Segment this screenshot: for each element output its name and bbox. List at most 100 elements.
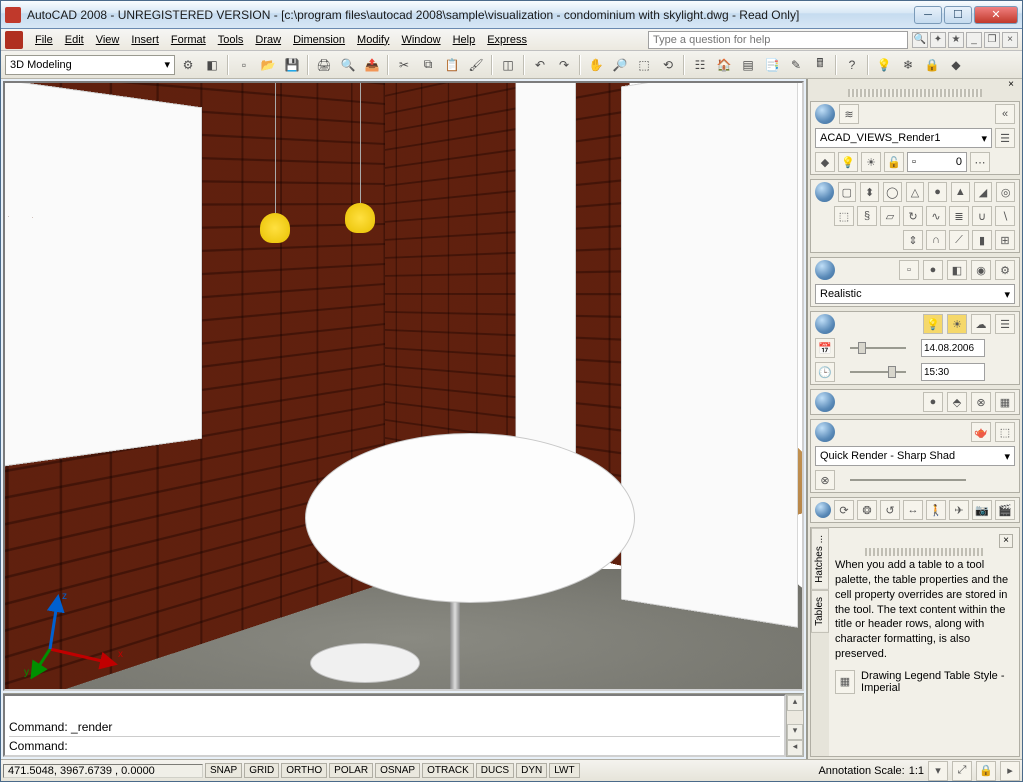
clock-icon[interactable]: 🕒 bbox=[815, 362, 835, 382]
planar-icon[interactable]: ▱ bbox=[880, 206, 900, 226]
menu-file[interactable]: File bbox=[29, 32, 59, 48]
sun-thaw-icon[interactable]: ☀ bbox=[861, 152, 881, 172]
zoom-window-icon[interactable]: ⬚ bbox=[633, 54, 655, 76]
unsaved-layer-icon[interactable]: ◆ bbox=[815, 152, 835, 172]
subtract-icon[interactable]: ∖ bbox=[995, 206, 1015, 226]
3d-viewport[interactable]: x y z bbox=[3, 81, 804, 691]
statusbar-menu-icon[interactable]: ▸ bbox=[1000, 761, 1020, 781]
torus-icon[interactable]: ◎ bbox=[996, 182, 1015, 202]
cylinder-icon[interactable]: ◯ bbox=[883, 182, 902, 202]
mdi-minimize-icon[interactable]: _ bbox=[966, 32, 982, 48]
maximize-button[interactable]: ☐ bbox=[944, 6, 972, 24]
layer-manager-icon[interactable]: ☰ bbox=[995, 128, 1015, 148]
workspace-lock-icon[interactable]: ◧ bbox=[201, 54, 223, 76]
box-icon[interactable]: ▢ bbox=[838, 182, 857, 202]
comm-center-icon[interactable]: ✦ bbox=[930, 32, 946, 48]
close-button[interactable]: ✕ bbox=[974, 6, 1018, 24]
time-field[interactable]: 15:30 bbox=[921, 363, 985, 381]
zoom-realtime-icon[interactable]: 🔎 bbox=[609, 54, 631, 76]
scroll-down-icon[interactable]: ▾ bbox=[787, 724, 803, 740]
copy-icon[interactable]: ⧉ bbox=[417, 54, 439, 76]
layer-color-icon[interactable]: ◆ bbox=[945, 54, 967, 76]
materials-attach-icon[interactable]: ⬘ bbox=[947, 392, 967, 412]
favorites-icon[interactable]: ★ bbox=[948, 32, 964, 48]
lwt-toggle[interactable]: LWT bbox=[549, 763, 579, 778]
scroll-up-icon[interactable]: ▴ bbox=[787, 695, 803, 711]
layer-states-icon[interactable]: ≋ bbox=[839, 104, 859, 124]
annotation-scale-value[interactable]: 1:1 bbox=[909, 765, 924, 777]
loft-icon[interactable]: ≣ bbox=[949, 206, 969, 226]
imprint-icon[interactable]: ⊞ bbox=[995, 230, 1015, 250]
layer-freeze-icon[interactable]: ❄ bbox=[897, 54, 919, 76]
cut-icon[interactable]: ✂ bbox=[393, 54, 415, 76]
properties-icon[interactable]: ☷ bbox=[689, 54, 711, 76]
grid-toggle[interactable]: GRID bbox=[244, 763, 279, 778]
dashboard-close-icon[interactable]: × bbox=[1004, 79, 1018, 93]
anno-lock-icon[interactable]: 🔒 bbox=[976, 761, 996, 781]
help-search-input[interactable] bbox=[648, 31, 908, 49]
menu-view[interactable]: View bbox=[90, 32, 126, 48]
block-editor-icon[interactable]: ◫ bbox=[497, 54, 519, 76]
camera-icon[interactable]: 📷 bbox=[972, 500, 992, 520]
anno-autoscale-icon[interactable]: ⤢ bbox=[952, 761, 972, 781]
pan-icon[interactable]: ✋ bbox=[585, 54, 607, 76]
walk-icon[interactable]: 🚶 bbox=[926, 500, 946, 520]
mdi-close-icon[interactable]: × bbox=[1002, 32, 1018, 48]
layer-dropdown[interactable]: ACAD_VIEWS_Render1▾ bbox=[815, 128, 992, 148]
layer-filter-dropdown[interactable]: ▫ 0 bbox=[907, 152, 967, 172]
match-props-icon[interactable]: 🖌 bbox=[465, 54, 487, 76]
plot-icon[interactable]: 🖨 bbox=[313, 54, 335, 76]
menu-express[interactable]: Express bbox=[481, 32, 533, 48]
helix-icon[interactable]: § bbox=[857, 206, 877, 226]
pyramid-icon[interactable]: ▲ bbox=[951, 182, 970, 202]
tables-item-label[interactable]: Drawing Legend Table Style - Imperial bbox=[861, 670, 1013, 694]
ducs-toggle[interactable]: DUCS bbox=[476, 763, 514, 778]
redo-icon[interactable]: ↷ bbox=[553, 54, 575, 76]
osnap-toggle[interactable]: OSNAP bbox=[375, 763, 420, 778]
layer-lock-icon[interactable]: 🔒 bbox=[921, 54, 943, 76]
cone-icon[interactable]: △ bbox=[906, 182, 925, 202]
publish-icon[interactable]: 📤 bbox=[361, 54, 383, 76]
autocad-icon[interactable] bbox=[5, 31, 23, 49]
command-scrollbar[interactable]: ▴ ▾ ◂ bbox=[786, 694, 804, 757]
render-cancel-icon[interactable]: ⊗ bbox=[815, 470, 835, 490]
tab-tables[interactable]: Tables bbox=[811, 590, 829, 633]
sun-status-icon[interactable]: ☀ bbox=[947, 314, 967, 334]
minimize-button[interactable]: ─ bbox=[914, 6, 942, 24]
date-slider[interactable] bbox=[838, 340, 918, 356]
light-list-icon[interactable]: ☰ bbox=[995, 314, 1015, 334]
materials-browser-icon[interactable]: ● bbox=[923, 392, 943, 412]
otrack-toggle[interactable]: OTRACK bbox=[422, 763, 474, 778]
materials-map-icon[interactable]: ▦ bbox=[995, 392, 1015, 412]
tool-palettes-icon[interactable]: ▤ bbox=[737, 54, 759, 76]
open-icon[interactable]: 📂 bbox=[257, 54, 279, 76]
layer-tools-icon[interactable]: ⋯ bbox=[970, 152, 990, 172]
sphere-icon[interactable]: ● bbox=[928, 182, 947, 202]
animation-icon[interactable]: 🎬 bbox=[995, 500, 1015, 520]
revolve-icon[interactable]: ↻ bbox=[903, 206, 923, 226]
intersect-icon[interactable]: ∩ bbox=[926, 230, 946, 250]
workspace-dropdown[interactable]: 3D Modeling▾ bbox=[5, 55, 175, 75]
menu-insert[interactable]: Insert bbox=[125, 32, 165, 48]
presspull-icon[interactable]: ⇕ bbox=[903, 230, 923, 250]
union-icon[interactable]: ∪ bbox=[972, 206, 992, 226]
menu-window[interactable]: Window bbox=[395, 32, 446, 48]
materials-remove-icon[interactable]: ⊗ bbox=[971, 392, 991, 412]
constrained-orbit-icon[interactable]: ⟳ bbox=[834, 500, 854, 520]
vs-realistic-icon[interactable]: ◉ bbox=[971, 260, 991, 280]
sheet-set-icon[interactable]: 📑 bbox=[761, 54, 783, 76]
dyn-toggle[interactable]: DYN bbox=[516, 763, 547, 778]
render-preset-dropdown[interactable]: Quick Render - Sharp Shad▾ bbox=[815, 446, 1015, 466]
new-icon[interactable]: ▫ bbox=[233, 54, 255, 76]
command-line[interactable]: Command: _render Command: bbox=[3, 694, 786, 757]
slice-icon[interactable]: ⟋ bbox=[949, 230, 969, 250]
date-field[interactable]: 14.08.2006 bbox=[921, 339, 985, 357]
snap-toggle[interactable]: SNAP bbox=[205, 763, 242, 778]
menu-draw[interactable]: Draw bbox=[249, 32, 287, 48]
teapot-icon[interactable]: 🫖 bbox=[971, 422, 991, 442]
save-icon[interactable]: 💾 bbox=[281, 54, 303, 76]
calendar-icon[interactable]: 📅 bbox=[815, 338, 835, 358]
help-icon[interactable]: ? bbox=[841, 54, 863, 76]
polysolid-icon[interactable]: ⬚ bbox=[834, 206, 854, 226]
sun-on-icon[interactable]: 💡 bbox=[923, 314, 943, 334]
